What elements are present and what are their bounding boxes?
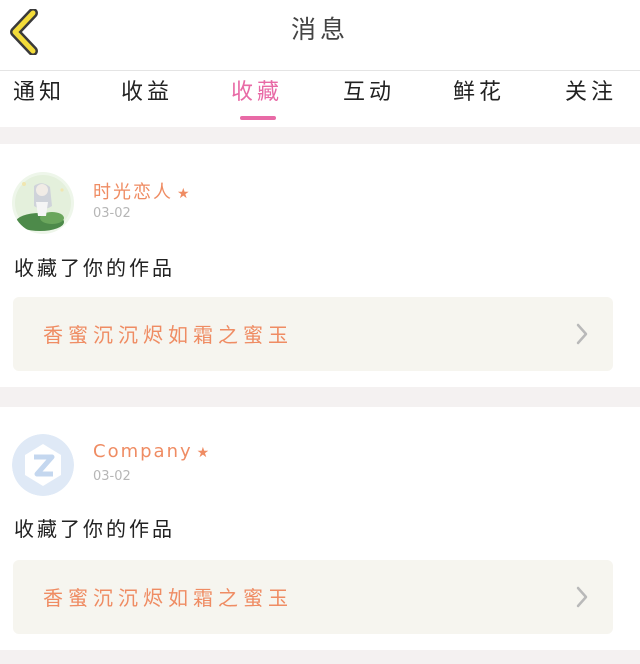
tab-earnings[interactable]: 收益: [102, 71, 192, 127]
avatar[interactable]: [12, 434, 74, 496]
action-text: 收藏了你的作品: [14, 517, 175, 541]
avatar[interactable]: [12, 172, 74, 234]
chevron-right-icon: [576, 323, 588, 345]
action-text: 收藏了你的作品: [14, 256, 175, 280]
work-title: 香蜜沉沉烬如霜之蜜玉: [43, 586, 293, 610]
work-link[interactable]: 香蜜沉沉烬如霜之蜜玉: [13, 560, 613, 634]
username-text: 时光恋人: [93, 182, 173, 203]
active-tab-indicator: [240, 116, 276, 120]
tab-flowers[interactable]: 鲜花: [434, 71, 524, 127]
page-title: 消息: [290, 15, 349, 44]
star-icon: ★: [177, 186, 192, 202]
top-bar: 消息: [0, 0, 640, 71]
work-link[interactable]: 香蜜沉沉烬如霜之蜜玉: [13, 297, 613, 371]
default-avatar-icon: [12, 434, 74, 496]
star-icon: ★: [196, 445, 212, 461]
chevron-right-icon: [576, 586, 588, 608]
tab-bar: 通知 收益 收藏 互动 鲜花 关注: [0, 71, 640, 127]
message-card: Company ★ 03-02 收藏了你的作品 香蜜沉沉烬如霜之蜜玉: [0, 407, 640, 650]
message-date: 03-02: [93, 469, 131, 484]
message-date: 03-02: [93, 206, 131, 221]
tab-notifications[interactable]: 通知: [0, 71, 84, 127]
tab-interactions[interactable]: 互动: [324, 71, 414, 127]
username[interactable]: 时光恋人 ★: [93, 178, 192, 204]
tab-following[interactable]: 关注: [546, 71, 636, 127]
message-card: 时光恋人 ★ 03-02 收藏了你的作品 香蜜沉沉烬如霜之蜜玉: [0, 144, 640, 387]
work-title: 香蜜沉沉烬如霜之蜜玉: [43, 323, 293, 347]
username-text: Company: [93, 441, 193, 462]
username[interactable]: Company ★: [93, 441, 211, 462]
user-avatar-image: [12, 172, 74, 234]
